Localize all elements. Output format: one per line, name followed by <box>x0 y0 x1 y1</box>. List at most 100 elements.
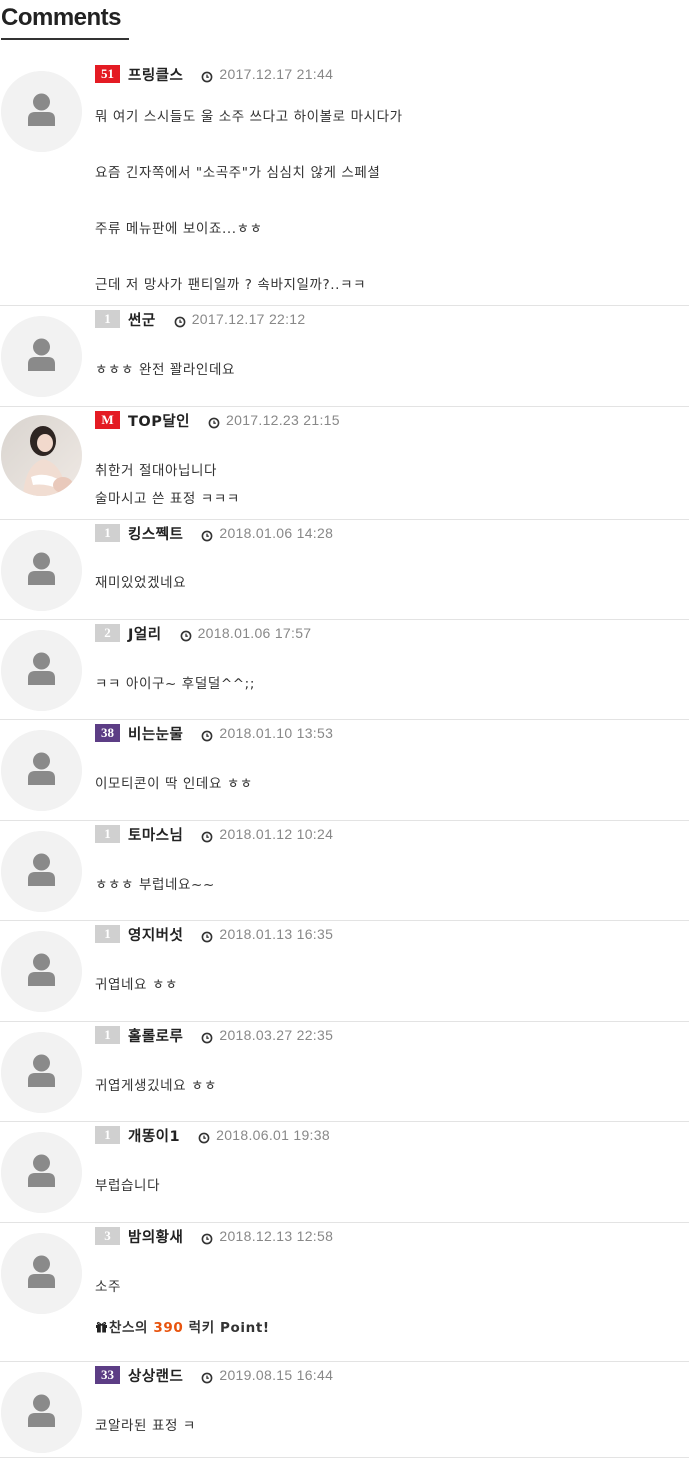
comment-date: 2018.01.06 17:57 <box>197 625 312 641</box>
default-user-avatar-icon[interactable] <box>1 831 82 912</box>
nickname-link[interactable]: J얼리 <box>128 623 162 644</box>
comment-item: 1 영지버섯 2018.01.13 16:35 귀엽네요 ㅎㅎ <box>0 921 689 1022</box>
nickname-link[interactable]: 홀롤로루 <box>128 1025 183 1046</box>
comment-text-line: 코알라된 표정 ㅋ <box>95 1418 196 1434</box>
nickname-link[interactable]: 썬군 <box>128 309 156 330</box>
clock-icon <box>201 828 213 843</box>
level-badge: 1 <box>95 524 120 542</box>
default-user-avatar-icon[interactable] <box>1 1032 82 1113</box>
default-user-avatar-icon[interactable] <box>1 630 82 711</box>
comment-text-line: 주류 메뉴판에 보이죠...ㅎㅎ <box>95 221 263 237</box>
comment-item: 38 비는눈물 2018.01.10 13:53 이모티콘이 딱 인데요 ㅎㅎ <box>0 720 689 821</box>
default-user-avatar-icon[interactable] <box>1 730 82 811</box>
comment-item: 3 밤의황새 2018.12.13 12:58 소주찬스의 390 럭키 Point! <box>0 1223 689 1362</box>
nickname-link[interactable]: 상상랜드 <box>128 1365 183 1386</box>
clock-icon <box>198 1129 210 1144</box>
comment-date: 2018.03.27 22:35 <box>219 1027 334 1043</box>
comment-text-line: 부럽습니다 <box>95 1178 161 1194</box>
comment-item: 1 개똥이1 2018.06.01 19:38 부럽습니다 <box>0 1122 689 1223</box>
comment-meta: 3 밤의황새 2018.12.13 12:58 <box>95 1226 333 1246</box>
level-badge: 1 <box>95 1126 120 1144</box>
default-user-avatar-icon[interactable] <box>1 1132 82 1213</box>
clock-icon <box>201 68 213 83</box>
comment-item: 1 킹스쩩트 2018.01.06 14:28 재미있었겠네요 <box>0 520 689 620</box>
comment-meta: 1 토마스님 2018.01.12 10:24 <box>95 824 333 844</box>
comment-item: M TOP달인 2017.12.23 21:15 취한거 절대아닙니다 술마시고 쓴 표… <box>0 407 689 520</box>
comment-text-line: 취한거 절대아닙니다 <box>95 463 218 479</box>
point-suffix: 럭키 Point! <box>188 1320 270 1336</box>
clock-icon <box>201 727 213 742</box>
comment-date: 2019.08.15 16:44 <box>219 1367 334 1383</box>
clock-icon <box>201 1029 213 1044</box>
comment-date: 2017.12.17 21:44 <box>219 66 334 82</box>
comment-item: 1 썬군 2017.12.17 22:12 ㅎㅎㅎ 완전 꽐라인데요 <box>0 306 689 407</box>
comment-meta: 1 킹스쩩트 2018.01.06 14:28 <box>95 523 333 543</box>
nickname-link[interactable]: 프링클스 <box>128 64 183 85</box>
comment-text-line: 귀엽네요 ㅎㅎ <box>95 977 179 993</box>
gift-icon <box>95 1320 108 1337</box>
comment-item: 1 홀롤로루 2018.03.27 22:35 귀엽게생깄네요 ㅎㅎ <box>0 1022 689 1122</box>
clock-icon <box>208 414 220 429</box>
nickname-link[interactable]: 비는눈물 <box>128 723 183 744</box>
comment-text-line: ㅎㅎㅎ 부럽네요~~ <box>95 877 215 893</box>
comment-meta: 1 영지버섯 2018.01.13 16:35 <box>95 924 333 944</box>
comment-item: 2 J얼리 2018.01.06 17:57 ㅋㅋ 아이구~ 후덜덜^^;; <box>0 620 689 720</box>
default-user-avatar-icon[interactable] <box>1 931 82 1012</box>
point-amount: 390 <box>153 1320 184 1336</box>
level-badge: 1 <box>95 1026 120 1044</box>
point-prefix: 찬스의 <box>109 1320 149 1336</box>
level-badge: 51 <box>95 65 120 83</box>
comment-item: 33 상상랜드 2019.08.15 16:44 코알라된 표정 ㅋ <box>0 1362 689 1458</box>
comment-text-line: 요즘 긴자쪽에서 "소곡주"가 심심치 않게 스페셜 <box>95 165 381 181</box>
comment-date: 2018.06.01 19:38 <box>216 1127 330 1143</box>
comment-date: 2018.01.13 16:35 <box>219 926 334 942</box>
comments-header: Comments <box>0 0 689 44</box>
comment-text-line: 재미있었겠네요 <box>95 575 187 591</box>
level-badge: 1 <box>95 310 120 328</box>
comment-text-line: 소주 <box>95 1279 122 1295</box>
comment-date: 2018.01.06 14:28 <box>219 525 334 541</box>
level-badge: 33 <box>95 1366 120 1384</box>
default-user-avatar-icon[interactable] <box>1 1372 82 1453</box>
comment-text-line: ㅎㅎㅎ 완전 꽐라인데요 <box>95 362 235 378</box>
nickname-link[interactable]: 밤의황새 <box>128 1226 183 1247</box>
default-user-avatar-icon[interactable] <box>1 530 82 611</box>
clock-icon <box>174 313 186 328</box>
comment-meta: 1 썬군 2017.12.17 22:12 <box>95 309 305 329</box>
nickname-link[interactable]: 영지버섯 <box>128 924 183 945</box>
comment-meta: 2 J얼리 2018.01.06 17:57 <box>95 623 311 643</box>
comment-meta: 1 홀롤로루 2018.03.27 22:35 <box>95 1025 333 1045</box>
nickname-link[interactable]: TOP달인 <box>128 410 190 431</box>
comment-meta: M TOP달인 2017.12.23 21:15 <box>95 410 340 430</box>
comment-date: 2017.12.17 22:12 <box>191 311 306 327</box>
clock-icon <box>201 928 213 943</box>
clock-icon <box>180 627 192 642</box>
comment-text-line: 근데 저 망사가 팬티일까 ? 속바지일까?..ㅋㅋ <box>95 277 367 293</box>
comment-item: 51 프링클스 2017.12.17 21:44 뭐 여기 스시들도 울 소주 쓰다고… <box>0 61 689 306</box>
level-badge: 1 <box>95 925 120 943</box>
comment-date: 2017.12.23 21:15 <box>226 412 340 428</box>
nickname-link[interactable]: 토마스님 <box>128 824 183 845</box>
comment-meta: 33 상상랜드 2019.08.15 16:44 <box>95 1365 333 1385</box>
lucky-point-notice: 찬스의 390 럭키 Point! <box>95 1316 270 1337</box>
clock-icon <box>201 1369 213 1384</box>
comment-date: 2018.12.13 12:58 <box>219 1228 334 1244</box>
default-user-avatar-icon[interactable] <box>1 71 82 152</box>
level-badge: 1 <box>95 825 120 843</box>
comment-meta: 38 비는눈물 2018.01.10 13:53 <box>95 723 333 743</box>
comment-item: 1 토마스님 2018.01.12 10:24 ㅎㅎㅎ 부럽네요~~ <box>0 821 689 921</box>
clock-icon <box>201 1230 213 1245</box>
comment-text-line: 술마시고 쓴 표정 ㅋㅋㅋ <box>95 491 240 507</box>
comment-meta: 51 프링클스 2017.12.17 21:44 <box>95 64 333 84</box>
nickname-link[interactable]: 개똥이1 <box>128 1125 180 1146</box>
clock-icon <box>201 527 213 542</box>
level-badge: 38 <box>95 724 120 742</box>
level-badge: 3 <box>95 1227 120 1245</box>
comment-meta: 1 개똥이1 2018.06.01 19:38 <box>95 1125 330 1145</box>
section-title: Comments <box>1 4 122 31</box>
title-underline <box>1 38 129 40</box>
nickname-link[interactable]: 킹스쩩트 <box>128 523 183 544</box>
default-user-avatar-icon[interactable] <box>1 316 82 397</box>
user-photo-avatar[interactable] <box>1 415 82 496</box>
default-user-avatar-icon[interactable] <box>1 1233 82 1314</box>
